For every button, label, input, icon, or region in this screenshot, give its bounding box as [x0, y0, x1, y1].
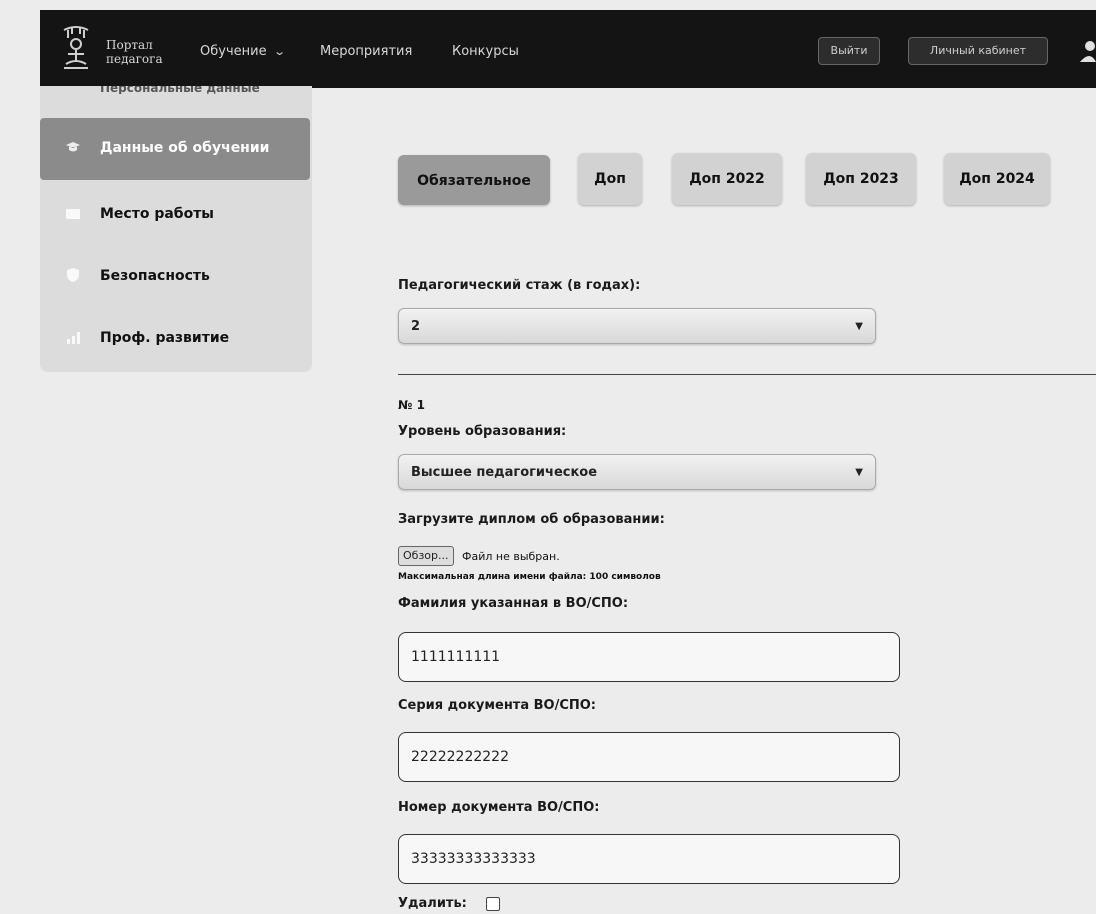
dropdown-arrow-icon: ▼ — [855, 321, 863, 332]
document-number-label: Номер документа ВО/СПО: — [398, 800, 600, 815]
tab-additional[interactable]: Доп — [578, 153, 642, 205]
tab-additional-2024[interactable]: Доп 2024 — [944, 153, 1050, 205]
portal-logo-text[interactable]: Портал педагога — [106, 38, 163, 66]
file-name-hint: Максимальная длина имени файла: 100 симв… — [398, 572, 661, 582]
sidebar-item-label: Данные об обучении — [100, 140, 270, 156]
diploma-upload-label: Загрузите диплом об образовании: — [398, 512, 665, 527]
shield-icon — [66, 268, 80, 282]
bar-chart-icon — [66, 330, 80, 344]
browse-file-button[interactable]: Обзор... — [398, 546, 454, 566]
education-level-value: Высшее педагогическое — [411, 465, 598, 480]
profile-sidebar: Персональные данные Данные об обучении М… — [40, 86, 312, 372]
logout-button[interactable]: Выйти — [818, 37, 880, 65]
entry-number: № 1 — [398, 398, 425, 412]
education-level-select[interactable]: Высшее педагогическое ▼ — [398, 454, 876, 490]
tab-additional-2022[interactable]: Доп 2022 — [672, 153, 782, 205]
graduation-cap-icon — [66, 140, 80, 154]
document-series-label: Серия документа ВО/СПО: — [398, 698, 597, 713]
sidebar-item-security[interactable]: Безопасность — [40, 246, 312, 308]
sidebar-item-workplace[interactable]: Место работы — [40, 184, 312, 246]
portal-logo-icon[interactable] — [60, 24, 92, 72]
file-status-text: Файл не выбран. — [462, 550, 560, 563]
delete-label: Удалить: — [398, 896, 467, 911]
nav-events[interactable]: Мероприятия — [320, 44, 412, 59]
logo-line-2: педагога — [106, 52, 163, 66]
document-series-input[interactable]: 22222222222 — [398, 732, 900, 782]
sidebar-item-personal-data-partial[interactable]: Персональные данные — [100, 86, 260, 94]
user-icon[interactable] — [1078, 40, 1096, 64]
section-divider — [398, 374, 1096, 375]
document-number-input[interactable]: 33333333333333 — [398, 834, 900, 884]
sidebar-item-label: Проф. развитие — [100, 330, 230, 346]
delete-checkbox[interactable] — [486, 897, 500, 911]
tab-mandatory[interactable]: Обязательное — [398, 155, 550, 205]
chevron-down-icon: ⌄ — [272, 45, 286, 58]
surname-input[interactable]: 1111111111 — [398, 632, 900, 682]
experience-label: Педагогический стаж (в годах): — [398, 278, 641, 293]
nav-education-label: Обучение — [200, 44, 267, 59]
tab-additional-2023[interactable]: Доп 2023 — [806, 153, 916, 205]
sidebar-item-professional-development[interactable]: Проф. развитие — [40, 308, 312, 370]
sidebar-item-education[interactable]: Данные об обучении — [40, 118, 310, 180]
sidebar-item-label: Безопасность — [100, 268, 210, 284]
logo-line-1: Портал — [106, 38, 153, 52]
sidebar-item-label: Место работы — [100, 206, 214, 222]
personal-cabinet-button[interactable]: Личный кабинет — [908, 37, 1048, 65]
nav-contests[interactable]: Конкурсы — [452, 44, 519, 59]
education-level-label: Уровень образования: — [398, 424, 567, 439]
experience-select[interactable]: 2 ▼ — [398, 308, 876, 344]
experience-select-value: 2 — [411, 319, 421, 334]
nav-education[interactable]: Обучение ⌄ — [200, 44, 286, 59]
briefcase-icon — [66, 206, 80, 220]
dropdown-arrow-icon: ▼ — [855, 467, 863, 478]
top-navbar: Портал педагога Обучение ⌄ Мероприятия К… — [40, 10, 1096, 88]
surname-label: Фамилия указанная в ВО/СПО: — [398, 596, 629, 611]
